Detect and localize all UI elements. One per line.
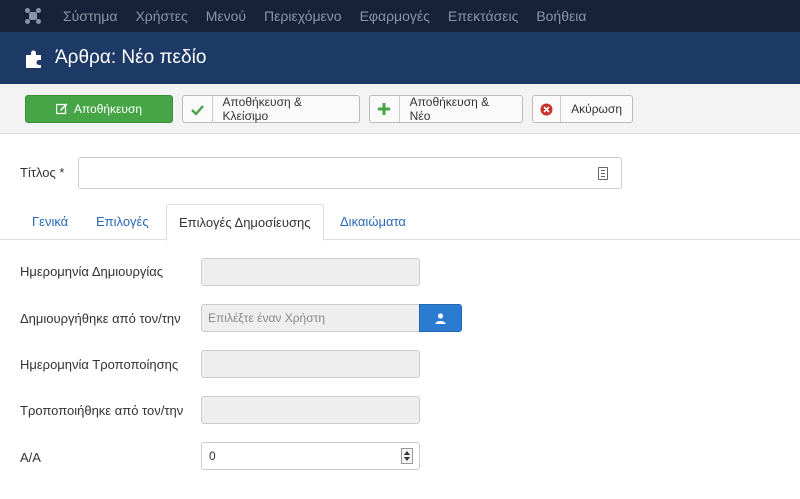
- save-close-label: Αποθήκευση & Κλείσιμο: [222, 95, 303, 123]
- title-input[interactable]: [78, 157, 622, 189]
- cancel-button[interactable]: Ακύρωση: [532, 95, 633, 123]
- menu-extensions[interactable]: Επεκτάσεις: [439, 0, 527, 32]
- check-icon: [183, 96, 213, 122]
- save-new-label: Αποθήκευση & Νέο: [409, 95, 490, 123]
- field-contact-icon: [598, 167, 608, 180]
- menu-components[interactable]: Εφαρμογές: [351, 0, 439, 32]
- save-new-button[interactable]: Αποθήκευση & Νέο: [369, 95, 523, 123]
- top-menu-bar: Σύστημα Χρήστες Μενού Περιεχόμενο Εφαρμο…: [0, 0, 800, 32]
- edit-icon: [55, 103, 68, 115]
- tab-publishing[interactable]: Επιλογές Δημοσίευσης: [166, 204, 324, 241]
- modified-by-label: Τροποποιήθηκε από τον/την: [20, 403, 184, 418]
- menu-users[interactable]: Χρήστες: [126, 0, 196, 32]
- toolbar: Αποθήκευση Αποθήκευση & Κλείσιμο Αποθήκε…: [0, 84, 800, 134]
- save-close-button[interactable]: Αποθήκευση & Κλείσιμο: [182, 95, 360, 123]
- id-label: Α/Α: [20, 450, 41, 465]
- page-header: Άρθρα: Νέο πεδίο: [0, 32, 800, 84]
- menu-menus[interactable]: Μενού: [197, 0, 255, 32]
- cancel-label: Ακύρωση: [571, 102, 622, 116]
- id-value: 0: [209, 449, 216, 463]
- title-label: Τίτλος *: [20, 165, 65, 180]
- plus-icon: [370, 96, 400, 122]
- created-by-label: Δημιουργήθηκε από τον/την: [20, 311, 181, 326]
- tab-bar: Γενικά Επιλογές Επιλογές Δημοσίευσης Δικ…: [0, 204, 800, 241]
- menu-help[interactable]: Βοήθεια: [527, 0, 595, 32]
- user-icon: [435, 312, 446, 324]
- save-label: Αποθήκευση: [73, 102, 143, 116]
- puzzle-icon: [26, 50, 41, 68]
- menu-system[interactable]: Σύστημα: [54, 0, 126, 32]
- created-date-label: Ημερομηνία Δημιουργίας: [20, 264, 164, 279]
- select-user-button[interactable]: [419, 304, 462, 332]
- menu-content[interactable]: Περιεχόμενο: [255, 0, 351, 32]
- id-field[interactable]: 0: [201, 442, 420, 470]
- page-title: Άρθρα: Νέο πεδίο: [55, 47, 207, 68]
- modified-date-label: Ημερομηνία Τροποποίησης: [20, 357, 179, 372]
- created-date-field: [201, 258, 420, 286]
- tab-options[interactable]: Επιλογές: [84, 204, 161, 240]
- modified-by-field: [201, 396, 420, 424]
- cancel-circle-icon: [533, 96, 562, 122]
- tab-general[interactable]: Γενικά: [20, 204, 80, 240]
- joomla-logo-icon[interactable]: [18, 0, 48, 32]
- save-button[interactable]: Αποθήκευση: [25, 95, 173, 123]
- number-spinner-icon[interactable]: [401, 448, 413, 464]
- created-by-field: Επιλέξτε έναν Χρήστη: [201, 304, 420, 332]
- modified-date-field: [201, 350, 420, 378]
- tab-permissions[interactable]: Δικαιώματα: [328, 204, 418, 240]
